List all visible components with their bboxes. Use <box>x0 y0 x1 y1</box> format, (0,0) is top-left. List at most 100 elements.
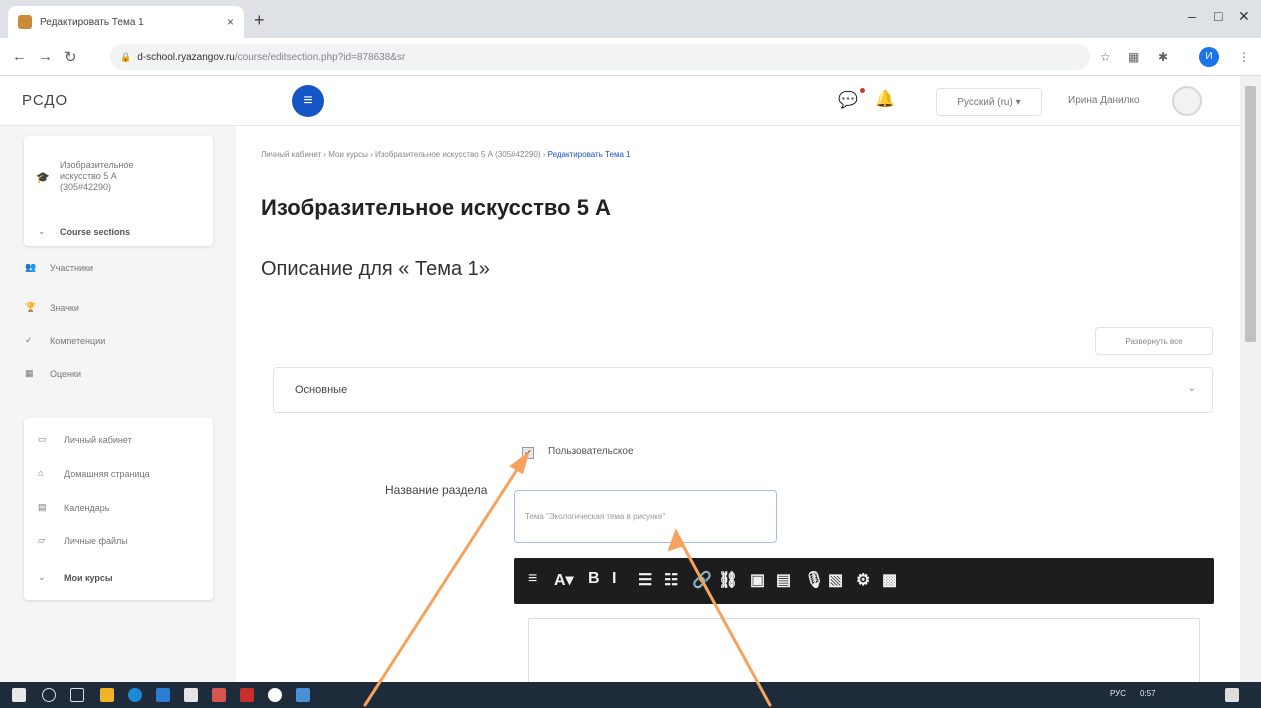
sidebar-item-private-files[interactable]: Личные файлы <box>64 536 128 546</box>
site-header: РСДО ≡ 💬 🔔 Русский (ru) ▾ Ирина Данилко <box>0 76 1240 126</box>
unordered-list-icon[interactable]: ☰ <box>638 570 652 590</box>
store-icon[interactable] <box>156 688 170 702</box>
toolbar-toggle-icon[interactable]: ≡ <box>528 570 537 588</box>
task-view-icon[interactable] <box>70 688 84 702</box>
messages-icon[interactable]: 💬 <box>838 90 858 110</box>
mail-icon[interactable] <box>212 688 226 702</box>
clock[interactable]: 0:57 <box>1140 689 1156 698</box>
tab-title: Редактировать Тема 1 <box>40 16 144 28</box>
chevron-down-icon: ⌄ <box>38 572 46 582</box>
expand-all-button[interactable]: Развернуть все <box>1095 327 1213 355</box>
breadcrumb: Личный кабинет › Мои курсы › Изобразител… <box>261 150 631 159</box>
record-video-icon[interactable]: ▧ <box>828 570 843 590</box>
section-name-label: Название раздела <box>385 483 488 497</box>
chrome-icon[interactable] <box>268 688 282 702</box>
site-nav-card: ▭ Личный кабинет ⌂ Домашняя страница ▤ К… <box>24 418 213 600</box>
course-icon: 🎓 <box>36 172 50 184</box>
file-explorer-icon[interactable] <box>100 688 114 702</box>
url-input[interactable]: 🔒 d-school.ryazangov.ru /course/editsect… <box>110 44 1090 70</box>
app-icon[interactable] <box>184 688 198 702</box>
editor-toolbar: ≡ A▾ B I ☰ ☷ 🔗 ⛓ ▣ ▤ 🎙 ▧ ⚙ ▩ <box>514 558 1214 604</box>
sidebar-item-participants[interactable]: Участники <box>50 263 93 273</box>
h5p-icon[interactable]: ▩ <box>882 570 897 590</box>
windows-start-icon[interactable] <box>12 688 26 702</box>
course-sections-toggle[interactable]: Course sections <box>60 227 130 237</box>
participants-icon: 👥 <box>25 262 37 272</box>
sidebar-item-calendar[interactable]: Календарь <box>64 503 109 513</box>
grades-icon: ▦ <box>25 368 34 378</box>
profile-avatar[interactable]: И <box>1199 47 1219 67</box>
link-icon[interactable]: 🔗 <box>692 570 712 590</box>
url-path: /course/editsection.php?id=878638&sr <box>234 51 406 63</box>
chevron-down-icon: ⌄ <box>38 226 46 236</box>
user-avatar[interactable] <box>1172 86 1202 116</box>
arrow-to-checkbox <box>363 460 524 707</box>
sidebar-item-competencies[interactable]: Компетенции <box>50 336 105 346</box>
bold-icon[interactable]: B <box>588 570 600 588</box>
section-heading: Описание для « Тема 1» <box>261 258 490 280</box>
maximize-icon[interactable]: □ <box>1214 8 1222 24</box>
acrobat-icon[interactable] <box>240 688 254 702</box>
browser-tab-bar: Редактировать Тема 1 × + – □ ✕ <box>0 0 1261 38</box>
bell-icon[interactable]: 🔔 <box>875 89 895 109</box>
image-icon[interactable]: ▣ <box>750 570 765 590</box>
language-select[interactable]: Русский (ru) ▾ <box>936 88 1042 116</box>
nav-drawer: 🎓 Изобразительное искусство 5 А (305#422… <box>0 126 236 682</box>
drawer-toggle-button[interactable]: ≡ <box>292 85 324 117</box>
new-tab-button[interactable]: + <box>254 10 265 31</box>
bookmark-star-icon[interactable]: ☆ <box>1100 50 1111 64</box>
site-brand[interactable]: РСДО <box>22 92 68 109</box>
extension-icon[interactable]: ▦ <box>1128 50 1139 64</box>
extensions-puzzle-icon[interactable]: ✱ <box>1158 50 1168 64</box>
page-scrollbar[interactable] <box>1240 76 1261 682</box>
check-icon: ✓ <box>25 335 33 345</box>
breadcrumb-dashboard[interactable]: Личный кабинет <box>261 150 321 159</box>
edge-icon[interactable] <box>128 688 142 702</box>
tab-close-icon[interactable]: × <box>227 15 234 29</box>
sidebar-item-my-courses[interactable]: Мои курсы <box>64 573 113 583</box>
input-language[interactable]: РУС <box>1110 689 1126 698</box>
trophy-icon: 🏆 <box>25 302 37 312</box>
breadcrumb-current[interactable]: Редактировать Тема 1 <box>548 150 631 159</box>
sidebar-item-badges[interactable]: Значки <box>50 303 79 313</box>
minimize-icon[interactable]: – <box>1188 8 1196 24</box>
windows-taskbar: РУС 0:57 <box>0 682 1261 708</box>
breadcrumb-my-courses[interactable]: Мои курсы <box>328 150 368 159</box>
address-bar-row: ← → ↻ 🔒 d-school.ryazangov.ru /course/ed… <box>0 38 1261 76</box>
forward-icon[interactable]: → <box>38 48 53 65</box>
general-fieldset-header[interactable]: Основные ⌄ <box>273 367 1213 413</box>
search-icon[interactable] <box>42 688 56 702</box>
notifications-icon[interactable] <box>1225 688 1239 702</box>
breadcrumb-course[interactable]: Изобразительное искусство 5 А (305#42290… <box>375 150 541 159</box>
calendar-icon: ▤ <box>38 502 47 512</box>
notification-dot <box>860 88 865 93</box>
close-window-icon[interactable]: ✕ <box>1238 8 1250 25</box>
description-editor[interactable] <box>528 618 1200 682</box>
user-name[interactable]: Ирина Данилко <box>1068 95 1140 106</box>
photos-icon[interactable] <box>296 688 310 702</box>
custom-name-label: Пользовательское <box>548 446 634 457</box>
scrollbar-thumb[interactable] <box>1245 86 1256 342</box>
sidebar-course-name[interactable]: Изобразительное искусство 5 А (305#42290… <box>60 160 160 193</box>
course-card: 🎓 Изобразительное искусство 5 А (305#422… <box>24 136 213 246</box>
general-fieldset-label: Основные <box>295 384 348 396</box>
sidebar-item-home[interactable]: Домашняя страница <box>64 469 150 479</box>
back-icon[interactable]: ← <box>12 48 27 65</box>
unlink-icon[interactable]: ⛓ <box>718 570 738 590</box>
reload-icon[interactable]: ↻ <box>64 48 77 66</box>
ordered-list-icon[interactable]: ☷ <box>664 570 678 590</box>
sidebar-item-dashboard[interactable]: Личный кабинет <box>64 435 132 445</box>
dashboard-icon: ▭ <box>38 434 47 444</box>
custom-name-checkbox[interactable]: ✔ <box>522 447 534 459</box>
font-color-icon[interactable]: A▾ <box>554 570 574 590</box>
browser-tab[interactable]: Редактировать Тема 1 × <box>8 6 244 38</box>
manage-files-icon[interactable]: ⚙ <box>856 570 870 590</box>
chevron-down-icon: ⌄ <box>1187 383 1196 394</box>
browser-menu-icon[interactable]: ⋮ <box>1238 50 1250 64</box>
italic-icon[interactable]: I <box>612 570 616 588</box>
site-favicon-icon <box>18 15 32 29</box>
media-icon[interactable]: ▤ <box>776 570 791 590</box>
record-audio-icon[interactable]: 🎙 <box>804 570 824 590</box>
sidebar-item-grades[interactable]: Оценки <box>50 369 81 379</box>
section-name-input[interactable] <box>514 490 777 543</box>
